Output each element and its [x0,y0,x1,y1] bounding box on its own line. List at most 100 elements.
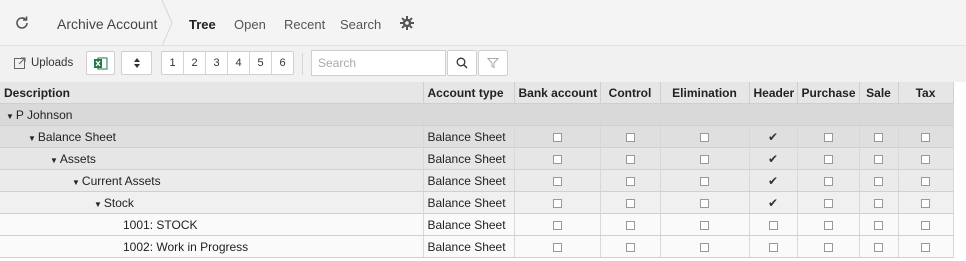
nav-tree[interactable]: Tree [189,17,216,32]
row-control-cell[interactable] [600,169,661,192]
row-bank-account-cell[interactable] [514,213,601,236]
nav-search[interactable]: Search [340,17,381,32]
column-header-account-type[interactable]: Account type [423,82,515,104]
checkbox-icon[interactable] [700,242,709,252]
row-description-cell[interactable]: 1002: Work in Progress [0,235,424,258]
column-header-description[interactable]: Description [0,82,424,104]
page-4-button[interactable]: 4 [228,52,250,74]
row-bank-account-cell[interactable] [514,191,601,214]
checkbox-icon[interactable] [823,154,833,164]
row-purchase-cell[interactable] [797,213,860,236]
checkbox-icon[interactable] [921,176,930,186]
row-purchase-cell[interactable] [797,125,860,148]
row-purchase-cell[interactable] [797,169,860,192]
row-elimination-cell[interactable] [660,213,750,236]
row-control-cell[interactable] [600,125,661,148]
row-bank-account-cell[interactable] [514,235,601,258]
table-row[interactable]: ▼ Assets Balance Sheet ✔ [0,147,954,170]
checkbox-icon[interactable] [921,198,930,208]
row-sale-cell[interactable] [859,103,899,126]
page-6-button[interactable]: 6 [272,52,293,74]
checkbox-icon[interactable] [700,154,709,164]
checkbox-icon[interactable] [625,154,635,164]
row-bank-account-cell[interactable] [514,147,601,170]
row-description-cell[interactable]: ▼ Stock [0,191,424,214]
uploads-button[interactable]: Uploads [8,51,80,75]
checkbox-icon[interactable] [700,220,709,230]
row-elimination-cell[interactable] [660,125,750,148]
page-5-button[interactable]: 5 [250,52,272,74]
row-purchase-cell[interactable] [797,147,860,170]
checkbox-icon[interactable] [823,220,833,230]
expand-caret-icon[interactable]: ▼ [72,178,80,187]
row-bank-account-cell[interactable] [514,125,601,148]
search-input[interactable] [311,50,446,76]
checkbox-icon[interactable] [552,220,562,230]
row-control-cell[interactable] [600,103,661,126]
search-button[interactable] [447,50,477,76]
checkbox-icon[interactable] [552,242,562,252]
expand-caret-icon[interactable]: ▼ [94,200,102,209]
checkbox-icon[interactable] [874,242,883,252]
checkbox-icon[interactable] [874,154,883,164]
app-title[interactable]: Archive Account [57,16,157,32]
sort-button[interactable] [121,51,152,75]
row-bank-account-cell[interactable] [514,169,601,192]
checkbox-icon[interactable] [625,220,635,230]
checkbox-icon[interactable] [700,198,709,208]
checkbox-icon[interactable] [921,242,930,252]
row-elimination-cell[interactable] [660,235,750,258]
column-header-purchase[interactable]: Purchase [797,82,860,104]
row-sale-cell[interactable] [859,147,899,170]
checkbox-icon[interactable] [552,154,562,164]
row-tax-cell[interactable] [898,191,954,214]
checkbox-icon[interactable] [625,198,635,208]
row-header-cell[interactable] [749,103,798,126]
table-row[interactable]: ▼ Balance Sheet Balance Sheet ✔ [0,125,954,148]
row-control-cell[interactable] [600,235,661,258]
checkbox-icon[interactable] [625,176,635,186]
excel-export-button[interactable] [86,51,115,75]
checkbox-icon[interactable] [874,198,883,208]
nav-recent[interactable]: Recent [284,17,325,32]
table-row[interactable]: ▼ Stock Balance Sheet ✔ [0,191,954,214]
column-header-control[interactable]: Control [600,82,661,104]
table-row[interactable]: ▼ Current Assets Balance Sheet ✔ [0,169,954,192]
checkbox-icon[interactable] [874,220,883,230]
page-3-button[interactable]: 3 [206,52,228,74]
table-row[interactable]: 1002: Work in Progress Balance Sheet [0,235,954,258]
row-purchase-cell[interactable] [797,191,860,214]
checkbox-icon[interactable] [823,132,833,142]
row-elimination-cell[interactable] [660,147,750,170]
row-tax-cell[interactable] [898,213,954,236]
row-sale-cell[interactable] [859,191,899,214]
checkbox-icon[interactable] [552,176,562,186]
checkbox-icon[interactable] [552,132,562,142]
row-tax-cell[interactable] [898,103,954,126]
gear-icon[interactable] [399,15,415,31]
row-bank-account-cell[interactable] [514,103,601,126]
row-tax-cell[interactable] [898,125,954,148]
page-2-button[interactable]: 2 [184,52,206,74]
checkbox-icon[interactable] [921,132,930,142]
checkbox-icon[interactable] [768,220,778,230]
expand-caret-icon[interactable]: ▼ [50,156,58,165]
row-header-cell[interactable]: ✔ [749,169,798,192]
table-row[interactable]: ▼ P Johnson [0,103,954,126]
row-header-cell[interactable]: ✔ [749,147,798,170]
row-header-cell[interactable]: ✔ [749,191,798,214]
row-description-cell[interactable]: 1001: STOCK [0,213,424,236]
checkbox-icon[interactable] [874,176,883,186]
row-description-cell[interactable]: ▼ Balance Sheet [0,125,424,148]
checkbox-icon[interactable] [700,176,709,186]
column-header-header[interactable]: Header [749,82,798,104]
checkbox-icon[interactable] [768,242,778,252]
row-description-cell[interactable]: ▼ P Johnson [0,103,424,126]
row-sale-cell[interactable] [859,169,899,192]
checkbox-icon[interactable] [823,242,833,252]
checkbox-icon[interactable] [625,242,635,252]
checkbox-icon[interactable] [874,132,883,142]
checkbox-icon[interactable] [823,176,833,186]
row-tax-cell[interactable] [898,147,954,170]
row-header-cell[interactable]: ✔ [749,125,798,148]
